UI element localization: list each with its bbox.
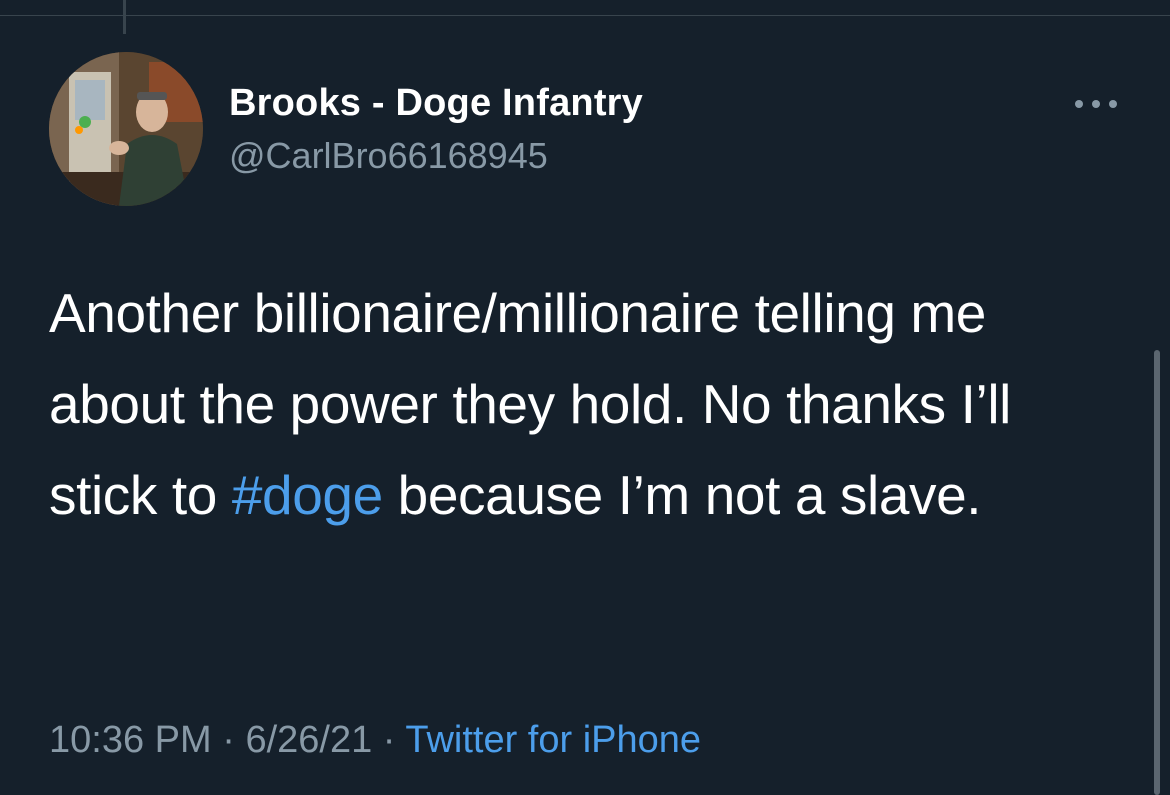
tweet-date[interactable]: 6/26/21 — [245, 719, 372, 761]
scrollbar[interactable] — [1154, 350, 1160, 795]
meta-separator: · — [222, 719, 235, 761]
more-options-button[interactable] — [1066, 86, 1126, 122]
top-divider — [0, 15, 1170, 16]
more-horizontal-icon — [1075, 100, 1117, 108]
tweet-source-link[interactable]: Twitter for iPhone — [405, 719, 701, 761]
tweet-metadata: 10:36 PM · 6/26/21 · Twitter for iPhone — [49, 710, 701, 770]
display-name[interactable]: Brooks - Doge Infantry — [229, 78, 643, 128]
avatar-image — [49, 52, 203, 206]
avatar[interactable] — [49, 52, 203, 206]
tweet-text-part: because I’m not a slave. — [382, 464, 982, 526]
hashtag-link[interactable]: #doge — [232, 464, 383, 526]
thread-connector-line — [123, 0, 126, 34]
meta-separator: · — [382, 719, 396, 761]
tweet-time[interactable]: 10:36 PM — [49, 719, 212, 761]
tweet-author[interactable]: Brooks - Doge Infantry @CarlBro66168945 — [229, 78, 643, 181]
user-handle[interactable]: @CarlBro66168945 — [229, 131, 643, 181]
tweet-text: Another billionaire/millionaire telling … — [49, 268, 1119, 541]
